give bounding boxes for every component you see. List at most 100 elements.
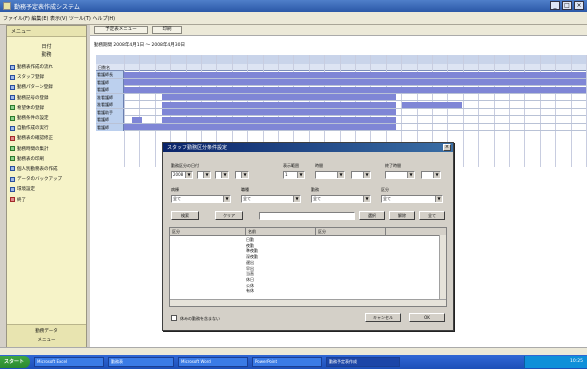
sidebar-item[interactable]: データのバックアップ	[10, 174, 84, 184]
menu-icon	[10, 156, 15, 162]
dropdown-arrow-icon[interactable]: ▼	[297, 172, 304, 178]
period-label: 勤務期間 2008年4月1日 ～ 2008年4月30日	[94, 43, 186, 48]
taskbar-item[interactable]: 勤務表	[108, 357, 174, 367]
schedule-menu-button[interactable]: 予定表メニュー	[94, 26, 148, 34]
sidebar-item[interactable]: 環境設定	[10, 184, 84, 194]
sidebar-item[interactable]: 勤務時間の集計	[10, 144, 84, 154]
clear-button[interactable]: クリア	[215, 211, 243, 220]
ok-button[interactable]: OK	[409, 313, 445, 322]
shift-bar[interactable]	[162, 109, 396, 115]
list-item[interactable]: 深夜勤	[246, 254, 258, 260]
print-button[interactable]: 印刷	[152, 26, 182, 34]
job-select[interactable]: 全て ▼	[241, 195, 301, 203]
shift-bar[interactable]	[402, 101, 462, 108]
dropdown-arrow-icon[interactable]: ▼	[363, 196, 370, 202]
dropdown-arrow-icon[interactable]: ▼	[433, 172, 440, 178]
grid-row[interactable]: 准看護師	[96, 101, 586, 109]
sidebar-item[interactable]: 個人別勤務表の作成	[10, 164, 84, 174]
sidebar-item[interactable]: 勤務記号の登録	[10, 93, 84, 103]
shift-bar[interactable]	[124, 71, 586, 78]
grid-row[interactable]: 看護師	[96, 86, 586, 94]
dropdown-arrow-icon[interactable]: ▼	[293, 196, 300, 202]
dropdown-arrow-icon[interactable]: ▼	[337, 172, 344, 178]
day-field-2[interactable]: ▼	[235, 171, 249, 179]
shift-bar[interactable]	[132, 116, 142, 123]
menu-bar[interactable]: ファイル(F) 編集(E) 表示(V) ツール(T) ヘルプ(H)	[0, 12, 587, 25]
menu-items[interactable]: ファイル(F) 編集(E) 表示(V) ツール(T) ヘルプ(H)	[3, 15, 115, 22]
category-label: 区分	[381, 187, 389, 192]
horizontal-scrollbar[interactable]	[170, 299, 446, 306]
keyword-input[interactable]	[259, 212, 355, 220]
range-field[interactable]: 1 ▼	[283, 171, 305, 179]
minimize-button[interactable]: _	[550, 1, 560, 10]
taskbar-item[interactable]: Microsoft Excel	[34, 357, 104, 367]
exclude-holiday-checkbox[interactable]	[171, 315, 177, 321]
all-button[interactable]: 全て	[419, 211, 445, 220]
grid-row[interactable]: 准看護師	[96, 93, 586, 101]
time-field-2[interactable]: ▼	[351, 171, 371, 179]
column-header[interactable]: 区分	[316, 228, 386, 235]
dropdown-arrow-icon[interactable]: ▼	[221, 172, 228, 178]
dropdown-arrow-icon[interactable]: ▼	[203, 172, 210, 178]
sidebar-item[interactable]: 希望休の登録	[10, 103, 84, 113]
dropdown-arrow-icon[interactable]: ▼	[435, 196, 442, 202]
category-select[interactable]: 全て ▼	[381, 195, 443, 203]
dialog-title: スタッフ勤務区分条件設定	[167, 145, 228, 151]
list-item[interactable]: 有休	[246, 288, 258, 294]
shift-bar[interactable]	[124, 86, 586, 93]
menu-icon	[10, 115, 15, 121]
day-field[interactable]: ▼	[215, 171, 229, 179]
search-button[interactable]: 検索	[171, 211, 199, 220]
sidebar-item[interactable]: 勤務表の印刷	[10, 154, 84, 164]
grid-row[interactable]: 看護助手	[96, 108, 586, 116]
shift-bar[interactable]	[124, 124, 396, 130]
sidebar-item[interactable]: スタッフ登録	[10, 72, 84, 82]
dialog-close-button[interactable]: ×	[443, 144, 451, 151]
column-header[interactable]: 区分	[170, 228, 246, 235]
shift-bar[interactable]	[162, 101, 396, 108]
taskbar-item[interactable]: Microsoft Word	[178, 357, 248, 367]
dropdown-arrow-icon[interactable]: ▼	[407, 172, 414, 178]
shift-bar[interactable]	[162, 116, 396, 123]
time-field[interactable]: ▼	[315, 171, 345, 179]
start-button[interactable]: スタート	[0, 356, 30, 368]
close-button[interactable]: ×	[574, 1, 584, 10]
sidebar-item[interactable]: 終了	[10, 194, 84, 204]
grid-row[interactable]: 看護師	[96, 116, 586, 124]
sidebar-footer[interactable]: 勤務データ メニュー	[7, 324, 86, 347]
sidebar-item[interactable]: 勤務パターン登録	[10, 82, 84, 92]
sidebar-item[interactable]: 自動作成の実行	[10, 123, 84, 133]
dropdown-arrow-icon[interactable]: ▼	[363, 172, 370, 178]
shift-bar[interactable]	[124, 79, 586, 85]
taskbar-item[interactable]: PowerPoint	[252, 357, 322, 367]
vertical-scrollbar[interactable]	[439, 235, 446, 302]
ward-label: 病棟	[171, 187, 179, 192]
sidebar-item[interactable]: 勤務表作成の流れ	[10, 62, 84, 72]
end-time-label: 終了時間	[385, 163, 401, 168]
sidebar-header: メニュー	[7, 26, 86, 37]
maximize-button[interactable]: □	[562, 1, 572, 10]
ward-select[interactable]: 全て ▼	[171, 195, 231, 203]
result-list[interactable]: 区分 名前 区分 日勤 夜勤 準夜勤 深夜勤 遅出 早出 当直 休日 公休 有休	[169, 227, 447, 307]
grid-row[interactable]: 看護師	[96, 78, 586, 86]
column-header[interactable]: 名前	[246, 228, 316, 235]
taskbar-item-active[interactable]: 勤務予定表作成	[326, 357, 400, 367]
sidebar: メニュー 日付 勤務 勤務表作成の流れ スタッフ登録 勤務パターン登録 勤務記号…	[6, 25, 87, 347]
cancel-button[interactable]: キャンセル	[365, 313, 401, 322]
end-time-field[interactable]: ▼	[385, 171, 415, 179]
column-header[interactable]	[386, 228, 446, 235]
grid-row[interactable]: 看護師長	[96, 71, 586, 79]
year-field[interactable]: 2008 ▼	[171, 171, 193, 179]
dropdown-arrow-icon[interactable]: ▼	[185, 172, 192, 178]
dropdown-arrow-icon[interactable]: ▼	[241, 172, 248, 178]
grid-row[interactable]: 看護師	[96, 123, 586, 131]
dropdown-arrow-icon[interactable]: ▼	[223, 196, 230, 202]
month-field[interactable]: ▼	[197, 171, 211, 179]
end-time-field-2[interactable]: ▼	[421, 171, 441, 179]
sidebar-item[interactable]: 勤務表の確認修正	[10, 133, 84, 143]
shift-select[interactable]: 全て ▼	[311, 195, 371, 203]
shift-bar[interactable]	[162, 94, 396, 100]
deselect-button[interactable]: 解除	[389, 211, 415, 220]
sidebar-item[interactable]: 勤務条件の設定	[10, 113, 84, 123]
select-button[interactable]: 選択	[359, 211, 385, 220]
